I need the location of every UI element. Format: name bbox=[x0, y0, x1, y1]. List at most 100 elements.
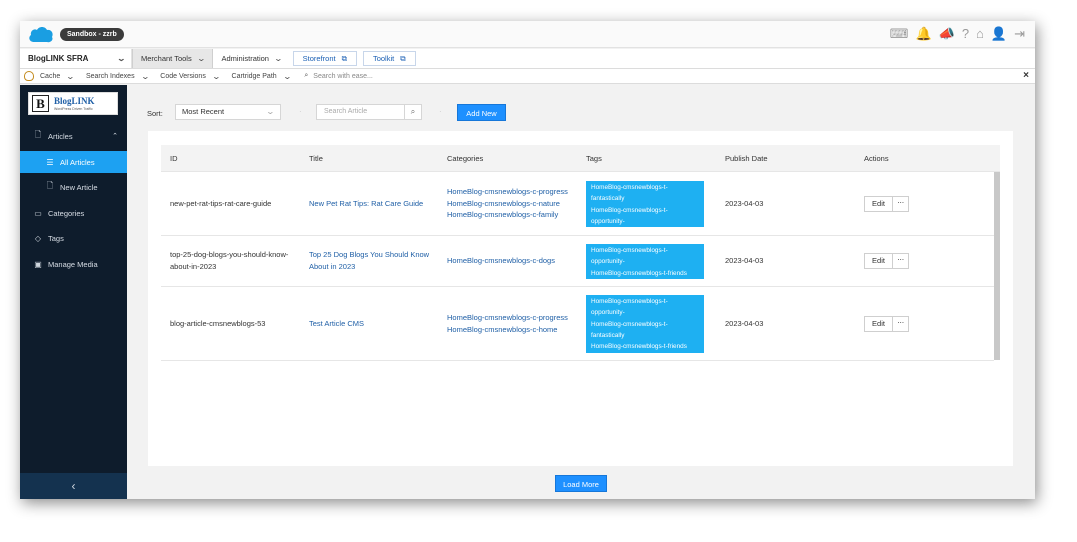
user-icon[interactable]: 👤 bbox=[991, 27, 1007, 41]
chevron-up-icon: ⌃ bbox=[112, 133, 118, 140]
search-icon[interactable]: ⌕ bbox=[404, 104, 421, 120]
more-options-button[interactable]: ··· bbox=[892, 316, 909, 332]
category-link[interactable]: HomeBlog-cmsnewblogs-c-progress bbox=[447, 186, 568, 198]
article-categories: HomeBlog-cmsnewblogs-c-progress HomeBlog… bbox=[447, 186, 568, 221]
search-icon: ⌕ bbox=[304, 72, 309, 79]
sidebar-item-articles[interactable]: 🗋 Articles ⌃ bbox=[20, 125, 127, 147]
divider: · bbox=[299, 107, 302, 116]
load-more-button[interactable]: Load More bbox=[555, 475, 607, 492]
search-indexes-menu[interactable]: Search Indexes ⌄ bbox=[80, 72, 154, 81]
tag-text: HomeBlog-cmsnewblogs-t- bbox=[591, 298, 668, 305]
salesforce-cloud-logo[interactable] bbox=[28, 26, 54, 43]
search-article-input[interactable]: Search Article ⌕ bbox=[316, 104, 422, 120]
table-scrollbar[interactable] bbox=[994, 172, 1000, 360]
article-id: top-25-dog-blogs-you-should-know-about-i… bbox=[170, 250, 289, 271]
menu-bar: BlogLINK SFRA ⌄ Merchant Tools ⌄ Adminis… bbox=[20, 49, 1035, 69]
sidebar-item-all-articles[interactable]: ☰ All Articles bbox=[20, 151, 127, 173]
lightbulb-icon[interactable] bbox=[24, 71, 34, 81]
sidebar-item-tags[interactable]: ◇ Tags bbox=[20, 227, 127, 249]
code-versions-menu[interactable]: Code Versions ⌄ bbox=[154, 72, 225, 81]
help-icon[interactable]: ? bbox=[962, 27, 969, 41]
logout-icon[interactable]: ⇥ bbox=[1014, 27, 1025, 41]
edit-button[interactable]: Edit bbox=[864, 316, 893, 332]
article-categories: HomeBlog-cmsnewblogs-c-dogs bbox=[447, 255, 555, 267]
column-header-id: ID bbox=[170, 154, 178, 163]
close-icon[interactable]: × bbox=[1023, 70, 1029, 81]
more-options-button[interactable]: ··· bbox=[892, 253, 909, 269]
article-title-link[interactable]: New Pet Rat Tips: Rat Care Guide bbox=[309, 198, 423, 210]
menu-administration-label: Administration bbox=[221, 54, 269, 63]
tag-icon: ◇ bbox=[34, 233, 42, 243]
tag-text: fantastically bbox=[591, 195, 625, 203]
list-icon: ☰ bbox=[46, 157, 54, 167]
category-link[interactable]: HomeBlog-cmsnewblogs-c-nature bbox=[447, 198, 568, 210]
column-header-actions: Actions bbox=[864, 154, 889, 163]
column-header-title: Title bbox=[309, 154, 323, 163]
toolkit-link[interactable]: Toolkit ⧉ bbox=[362, 51, 416, 66]
toolbar-search[interactable]: ⌕ Search with ease... bbox=[296, 72, 372, 80]
keyboard-icon[interactable]: ⌨ bbox=[890, 27, 909, 41]
table-header: ID Title Categories Tags Publish Date Ac… bbox=[161, 145, 1000, 172]
sandbox-badge: Sandbox - zzrb bbox=[60, 28, 124, 41]
sidebar-item-new-article[interactable]: 🗋 New Article bbox=[20, 176, 127, 198]
tag-text: opportunity- bbox=[591, 217, 625, 225]
category-link[interactable]: HomeBlog-cmsnewblogs-c-dogs bbox=[447, 255, 555, 267]
edit-button[interactable]: Edit bbox=[864, 253, 893, 269]
column-header-categories: Categories bbox=[447, 154, 484, 163]
table-row[interactable]: blog-article-cmsnewblogs-53 Test Article… bbox=[161, 287, 994, 361]
home-icon[interactable]: ⌂ bbox=[976, 27, 984, 41]
article-id: new-pet-rat-tips-rat-care-guide bbox=[170, 199, 272, 208]
notifications-icon[interactable]: 🔔 bbox=[915, 27, 931, 41]
cache-label: Cache bbox=[40, 72, 61, 80]
publish-date: 2023-04-03 bbox=[725, 256, 764, 265]
tag-list: HomeBlog-cmsnewblogs-t- opportunity- Hom… bbox=[586, 295, 704, 353]
category-link[interactable]: HomeBlog-cmsnewblogs-c-progress bbox=[447, 312, 568, 324]
article-title-link[interactable]: Test Article CMS bbox=[309, 318, 364, 330]
chevron-left-icon: ‹ bbox=[71, 479, 76, 493]
column-header-tags: Tags bbox=[586, 154, 602, 163]
sort-select[interactable]: Most Recent ⌄ bbox=[175, 104, 281, 120]
tag-text: HomeBlog-cmsnewblogs-t-friends bbox=[591, 269, 687, 277]
sort-label: Sort: bbox=[147, 109, 163, 118]
main-content: Sort: Most Recent ⌄ · Search Article ⌕ ·… bbox=[127, 85, 1035, 499]
table-row[interactable]: top-25-dog-blogs-you-should-know-about-i… bbox=[161, 236, 994, 287]
add-new-button[interactable]: Add New bbox=[457, 104, 506, 121]
bloglink-logo[interactable]: B BlogLINK WordPress Driven Traffic bbox=[28, 92, 118, 115]
divider: · bbox=[439, 107, 442, 116]
external-link-icon: ⧉ bbox=[400, 53, 406, 63]
logo-tagline: WordPress Driven Traffic bbox=[54, 107, 93, 111]
category-link[interactable]: HomeBlog-cmsnewblogs-c-home bbox=[447, 324, 568, 336]
sidebar-item-label: All Articles bbox=[60, 157, 95, 167]
article-title-link[interactable]: Top 25 Dog Blogs You Should Know About i… bbox=[309, 249, 434, 272]
toolbar-search-input[interactable]: Search with ease... bbox=[313, 73, 373, 80]
tag-text: opportunity- bbox=[591, 258, 625, 266]
more-options-button[interactable]: ··· bbox=[892, 196, 909, 212]
site-name: BlogLINK SFRA bbox=[28, 54, 89, 63]
external-link-icon: ⧉ bbox=[341, 53, 347, 63]
sidebar-item-manage-media[interactable]: ▣ Manage Media bbox=[20, 253, 127, 275]
document-icon: 🗋 bbox=[34, 130, 42, 139]
tag-text: fantastically bbox=[591, 331, 625, 339]
sidebar-collapse-button[interactable]: ‹ bbox=[20, 473, 127, 499]
chevron-down-icon: ⌄ bbox=[265, 107, 276, 116]
article-categories: HomeBlog-cmsnewblogs-c-progress HomeBlog… bbox=[447, 312, 568, 335]
sidebar-item-categories[interactable]: ▭ Categories bbox=[20, 202, 127, 224]
toolkit-label: Toolkit bbox=[372, 54, 395, 63]
announcement-icon[interactable]: 📣 bbox=[939, 27, 955, 41]
chevron-down-icon: ⌄ bbox=[196, 54, 206, 63]
edit-button[interactable]: Edit bbox=[864, 196, 893, 212]
menu-administration[interactable]: Administration ⌄ bbox=[213, 49, 289, 68]
table-row[interactable]: new-pet-rat-tips-rat-care-guide New Pet … bbox=[161, 173, 994, 236]
search-indexes-label: Search Indexes bbox=[85, 72, 135, 80]
cartridge-path-label: Cartridge Path bbox=[231, 72, 277, 80]
publish-date: 2023-04-03 bbox=[725, 199, 764, 208]
site-selector[interactable]: BlogLINK SFRA ⌄ bbox=[20, 49, 132, 68]
cache-menu[interactable]: Cache ⌄ bbox=[34, 72, 80, 81]
menu-merchant-tools[interactable]: Merchant Tools ⌄ bbox=[132, 49, 214, 68]
sidebar-item-label: Tags bbox=[48, 233, 64, 243]
storefront-link[interactable]: Storefront ⧉ bbox=[292, 51, 357, 66]
tool-bar: Cache ⌄ Search Indexes ⌄ Code Versions ⌄… bbox=[20, 69, 1035, 84]
category-link[interactable]: HomeBlog-cmsnewblogs-c-family bbox=[447, 209, 568, 221]
cartridge-path-menu[interactable]: Cartridge Path ⌄ bbox=[226, 72, 297, 81]
tag-text: HomeBlog-cmsnewblogs-t- bbox=[591, 320, 668, 328]
